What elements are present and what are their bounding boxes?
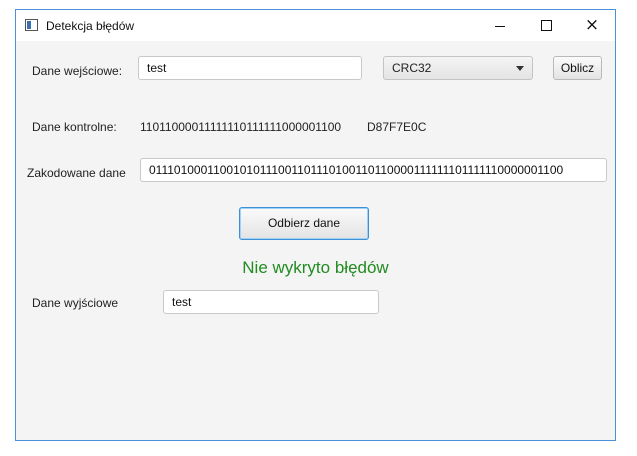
input-label: Dane wejściowe: [32, 64, 123, 78]
input-field[interactable]: test [138, 56, 362, 80]
output-field[interactable]: test [163, 290, 379, 314]
compute-button[interactable]: Oblicz [553, 56, 602, 80]
control-label: Dane kontrolne: [32, 120, 117, 134]
close-icon: × [584, 15, 600, 35]
maximize-button[interactable] [523, 10, 569, 41]
algorithm-select[interactable]: CRC32 [383, 56, 533, 80]
maximize-icon [540, 20, 552, 31]
status-message: Nie wykryto błędów [242, 258, 389, 277]
window-title: Detekcja błędów [46, 19, 135, 33]
app-icon [25, 19, 38, 31]
close-button[interactable]: × [569, 10, 615, 41]
encoded-field[interactable]: 0111010001100101011100110111010011011000… [140, 158, 607, 182]
title-bar[interactable]: Detekcja błędów × [16, 10, 615, 41]
receive-button[interactable]: Odbierz dane [239, 207, 369, 240]
chevron-down-icon [516, 66, 524, 71]
encoded-label: Zakodowane dane [27, 166, 126, 180]
control-hex: D87F7E0C [367, 120, 427, 134]
minimize-icon [495, 25, 505, 27]
output-label: Dane wyjściowe [32, 296, 119, 310]
minimize-button[interactable] [477, 10, 523, 41]
app-window: Detekcja błędów × Dane wejściowe: test C… [15, 9, 616, 441]
algorithm-select-value: CRC32 [392, 61, 432, 75]
control-bits: 11011000011111110111111000001100 [140, 120, 342, 134]
